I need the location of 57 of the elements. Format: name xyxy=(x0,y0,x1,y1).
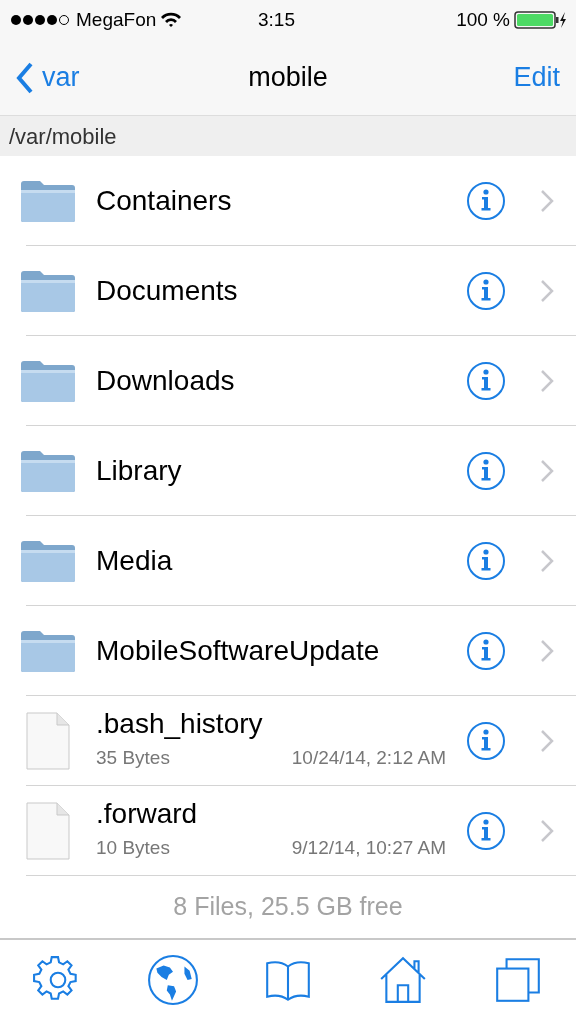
file-date: 9/12/14, 10:27 AM xyxy=(291,836,446,861)
carrier-name: MegaFon xyxy=(76,7,157,32)
signal-icon xyxy=(10,14,72,26)
file-date: 10/24/14, 2:12 AM xyxy=(291,746,446,771)
globe-icon[interactable] xyxy=(146,953,199,1006)
disclosure-chevron-icon xyxy=(540,189,554,213)
document-icon xyxy=(26,802,70,860)
info-icon[interactable] xyxy=(466,721,506,761)
path-text: /var/mobile xyxy=(9,122,117,151)
folder-name: MobileSoftwareUpdate xyxy=(96,634,380,666)
file-row[interactable]: Documents xyxy=(0,246,576,336)
folder-icon xyxy=(19,628,77,674)
file-row[interactable]: Library xyxy=(0,426,576,516)
summary-text: 8 Files, 25.5 GB free xyxy=(173,891,403,923)
folder-icon xyxy=(19,268,77,314)
disclosure-chevron-icon xyxy=(540,549,554,573)
info-icon[interactable] xyxy=(466,361,506,401)
info-icon[interactable] xyxy=(466,451,506,491)
file-row[interactable]: .bash_history 35 Bytes 10/24/14, 2:12 AM xyxy=(0,696,576,786)
disclosure-chevron-icon xyxy=(540,729,554,753)
back-chevron-icon xyxy=(16,61,34,94)
info-icon[interactable] xyxy=(466,631,506,671)
folder-icon xyxy=(19,178,77,224)
disclosure-chevron-icon xyxy=(540,819,554,843)
info-icon[interactable] xyxy=(466,541,506,581)
file-row[interactable]: Containers xyxy=(0,156,576,246)
folder-name: Library xyxy=(96,454,182,486)
file-row[interactable]: Media xyxy=(0,516,576,606)
file-name: .bash_history xyxy=(96,709,264,741)
disclosure-chevron-icon xyxy=(540,369,554,393)
info-icon[interactable] xyxy=(466,271,506,311)
info-icon[interactable] xyxy=(466,181,506,221)
file-row[interactable]: .forward 10 Bytes 9/12/14, 10:27 AM xyxy=(0,786,576,876)
folder-name: Downloads xyxy=(96,364,235,396)
file-size: 35 Bytes xyxy=(96,746,170,771)
folder-icon xyxy=(19,448,77,494)
info-icon[interactable] xyxy=(466,811,506,851)
folder-icon xyxy=(19,358,77,404)
nav-title: mobile xyxy=(248,61,328,95)
back-button[interactable]: var xyxy=(16,57,80,98)
status-time: 3:15 xyxy=(257,7,296,32)
edit-button[interactable]: Edit xyxy=(513,57,560,98)
battery-icon xyxy=(514,11,568,29)
file-row[interactable]: Downloads xyxy=(0,336,576,426)
folder-name: Documents xyxy=(96,274,238,306)
disclosure-chevron-icon xyxy=(540,639,554,663)
battery-percent: 100 % xyxy=(456,7,510,32)
disclosure-chevron-icon xyxy=(540,459,554,483)
file-row[interactable]: MobileSoftwareUpdate xyxy=(0,606,576,696)
wifi-icon xyxy=(160,12,183,28)
folder-name: Containers xyxy=(96,184,232,216)
file-name: .forward xyxy=(96,799,199,831)
folder-name: Media xyxy=(96,544,173,576)
file-size: 10 Bytes xyxy=(96,836,170,861)
disclosure-chevron-icon xyxy=(540,279,554,303)
document-icon xyxy=(26,712,70,770)
folder-icon xyxy=(19,538,77,584)
